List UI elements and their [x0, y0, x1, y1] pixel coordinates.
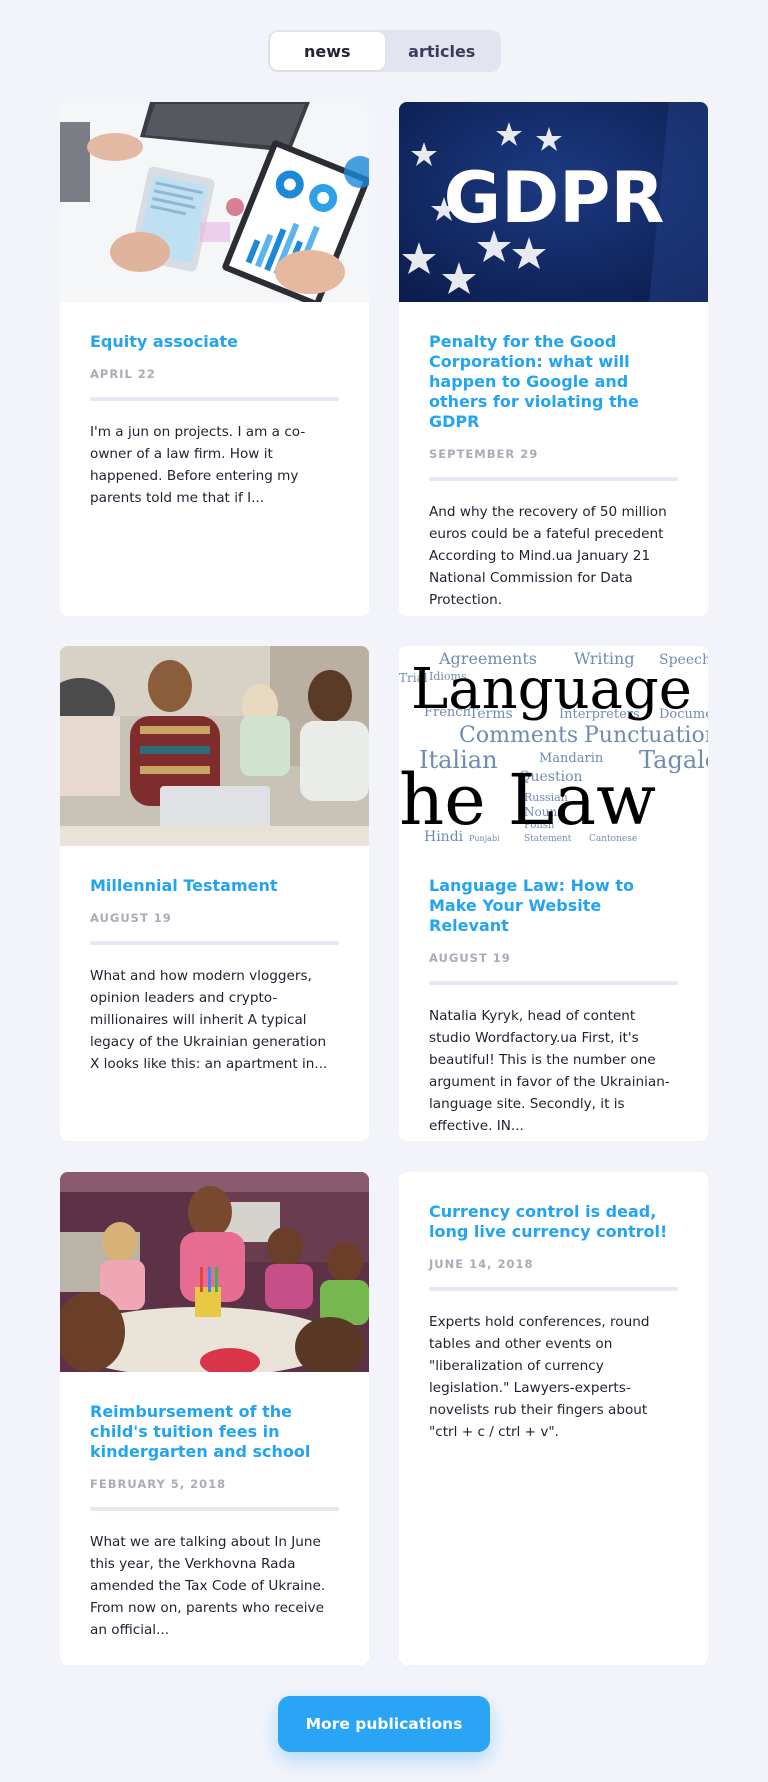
business-charts-image	[60, 102, 369, 302]
gdpr-banner-image: GDPR	[399, 102, 708, 302]
article-excerpt: I'm a jun on projects. I am a co-owner o…	[90, 424, 306, 506]
article-excerpt: Experts hold conferences, round tables a…	[429, 1314, 650, 1440]
article-card[interactable]: Agreements Writing Speech Idioms Trial F…	[399, 646, 708, 1141]
article-excerpt: And why the recovery of 50 million euros…	[429, 504, 667, 608]
tab-news[interactable]: news	[270, 32, 385, 70]
article-title[interactable]: Penalty for the Good Corporation: what w…	[429, 332, 678, 432]
language-heading-text: Language	[411, 657, 692, 722]
article-title[interactable]: Reimbursement of the child's tuition fee…	[90, 1402, 339, 1462]
divider	[90, 941, 339, 945]
law-heading-text: the Law	[399, 759, 656, 841]
divider	[429, 1287, 678, 1291]
svg-text:Comments: Comments	[459, 723, 578, 748]
article-date: SEPTEMBER 29	[429, 447, 539, 461]
article-date: AUGUST 19	[90, 911, 172, 925]
language-law-image: Agreements Writing Speech Idioms Trial F…	[399, 646, 708, 846]
divider	[90, 397, 339, 401]
article-excerpt: Natalia Kyryk, head of content studio Wo…	[429, 1008, 670, 1134]
more-publications-button[interactable]: More publications	[278, 1696, 490, 1752]
article-date: APRIL 22	[90, 367, 156, 381]
svg-text:Punctuation: Punctuation	[584, 723, 708, 748]
article-title[interactable]: Language Law: How to Make Your Website R…	[429, 876, 678, 936]
publication-type-tabs: news articles	[268, 30, 501, 72]
article-card[interactable]: Reimbursement of the child's tuition fee…	[60, 1172, 369, 1665]
article-card[interactable]: GDPR Penalty for the Good Corporation: w…	[399, 102, 708, 616]
divider	[90, 1507, 339, 1511]
article-title[interactable]: Equity associate	[90, 332, 339, 352]
article-date: AUGUST 19	[429, 951, 511, 965]
article-title[interactable]: Millennial Testament	[90, 876, 339, 896]
article-title[interactable]: Currency control is dead, long live curr…	[429, 1202, 678, 1242]
article-excerpt: What we are talking about In June this y…	[90, 1534, 326, 1638]
article-card[interactable]: Equity associate APRIL 22 I'm a jun on p…	[60, 102, 369, 616]
article-card[interactable]: Currency control is dead, long live curr…	[399, 1172, 708, 1665]
children-drawing-image	[60, 1172, 369, 1372]
article-card[interactable]: Millennial Testament AUGUST 19 What and …	[60, 646, 369, 1141]
tab-articles[interactable]: articles	[385, 32, 500, 70]
divider	[429, 477, 678, 481]
article-excerpt: What and how modern vloggers, opinion le…	[90, 968, 328, 1072]
gdpr-logo-text: GDPR	[444, 157, 665, 239]
divider	[429, 981, 678, 985]
article-date: JUNE 14, 2018	[429, 1257, 534, 1271]
article-date: FEBRUARY 5, 2018	[90, 1477, 227, 1491]
young-people-laptop-image	[60, 646, 369, 846]
